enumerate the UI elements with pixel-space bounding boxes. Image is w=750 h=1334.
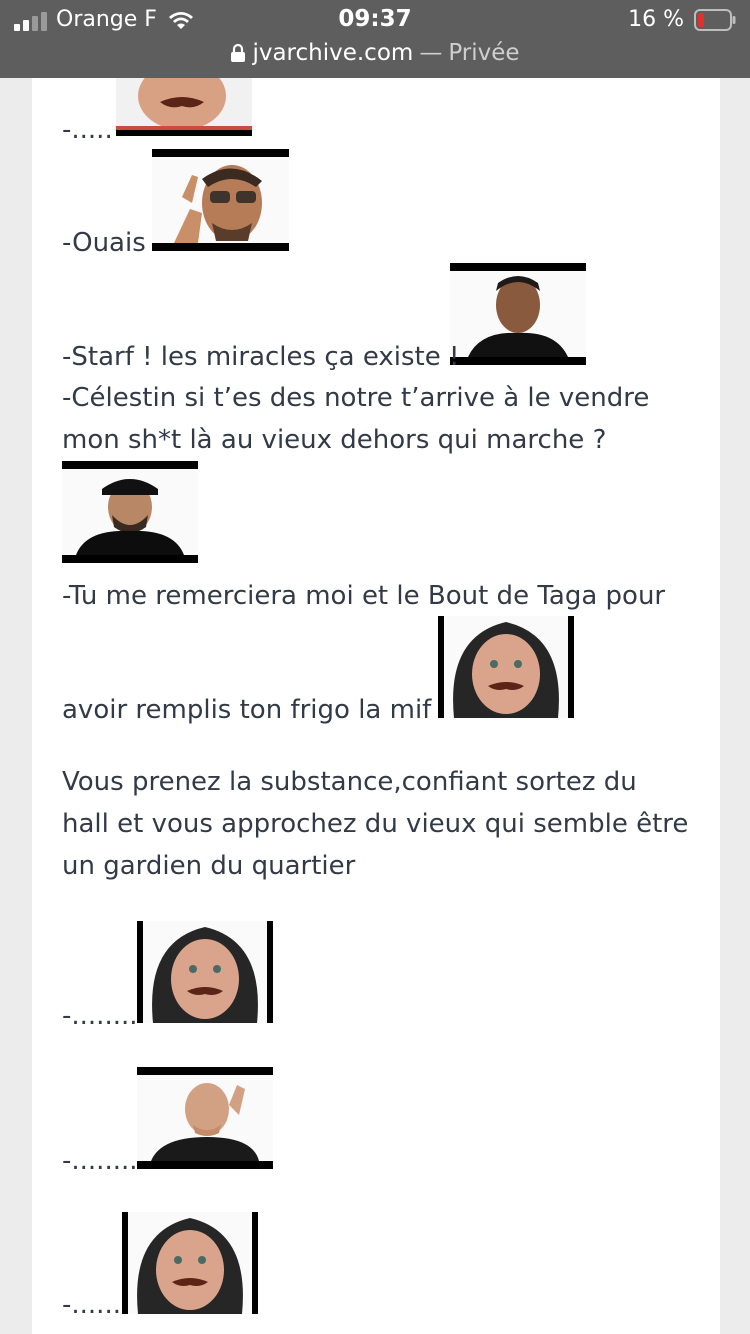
sticker-image bbox=[438, 616, 574, 718]
post-line: -........ bbox=[62, 1146, 138, 1176]
post-line: -...... bbox=[62, 1290, 121, 1320]
sticker-image bbox=[152, 149, 289, 251]
lock-icon bbox=[231, 43, 246, 62]
url-domain: jvarchive.com bbox=[252, 40, 414, 66]
post-line: Vous prenez la substance,confiant sortez… bbox=[62, 767, 637, 797]
post-line: -........ bbox=[62, 1001, 138, 1031]
sticker-image bbox=[137, 1067, 273, 1169]
sticker-image bbox=[137, 921, 273, 1023]
address-bar[interactable]: jvarchive.com — Privée bbox=[0, 40, 750, 72]
post-line: un gardien du quartier bbox=[62, 851, 356, 881]
battery-percent: 16 % bbox=[628, 7, 684, 32]
post-line: hall et vous approchez du vieux qui semb… bbox=[62, 809, 689, 839]
sticker-image bbox=[116, 78, 252, 136]
post-line: -..... bbox=[62, 115, 113, 145]
status-bar: Orange F 09:37 16 % bbox=[0, 0, 750, 42]
post-line: -Tu me remerciera moi et le Bout de Taga… bbox=[62, 581, 666, 611]
post-line: -Célestin si t’es des notre t’arrive à l… bbox=[62, 383, 650, 413]
sticker-image bbox=[122, 1212, 258, 1314]
sticker-image bbox=[450, 263, 586, 365]
post-line: -Ouais bbox=[62, 228, 146, 258]
post-content: -..... -Ouais -Starf ! les miracles ça e… bbox=[32, 78, 720, 1334]
post-line: -Starf ! les miracles ça existe ! bbox=[62, 342, 460, 372]
post-line: mon sh*t là au vieux dehors qui marche ? bbox=[62, 425, 607, 455]
battery-icon bbox=[694, 9, 736, 31]
private-mode-label: Privée bbox=[448, 40, 520, 66]
post-line: avoir remplis ton frigo la mif bbox=[62, 695, 432, 725]
browser-top-bar: Orange F 09:37 16 % jvarchive.com — Privée bbox=[0, 0, 750, 78]
sticker-image bbox=[62, 461, 198, 563]
url-separator: — bbox=[419, 40, 443, 66]
